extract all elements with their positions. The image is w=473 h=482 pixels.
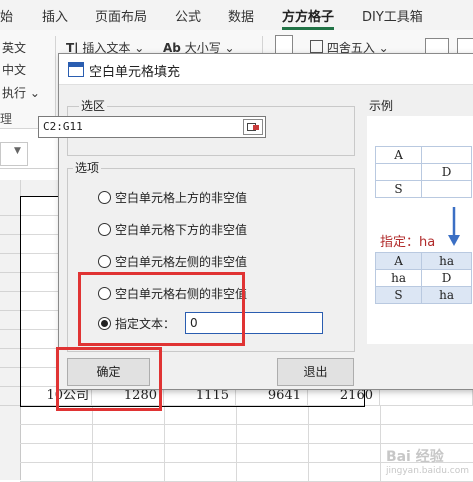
- example-cell: D: [421, 163, 472, 181]
- row-header[interactable]: [0, 272, 20, 292]
- select-all-corner[interactable]: [0, 180, 21, 196]
- empty-cell[interactable]: [20, 424, 93, 443]
- watermark-sub: jingyan.baidu.com: [385, 466, 469, 476]
- exit-button[interactable]: 退出: [277, 358, 354, 386]
- example-cell: ha: [374, 269, 423, 287]
- empty-cell[interactable]: [164, 443, 237, 462]
- radio-icon: [98, 191, 111, 204]
- range-input[interactable]: C2:G11: [38, 116, 266, 138]
- option-label: 空白单元格上方的非空值: [115, 191, 248, 205]
- empty-cell[interactable]: [380, 405, 473, 424]
- radio-icon: [98, 223, 111, 236]
- grid-icon: [310, 40, 323, 53]
- example-cell: [421, 180, 472, 198]
- option-label: 空白单元格下方的非空值: [115, 223, 248, 237]
- empty-cell[interactable]: [308, 443, 381, 462]
- empty-cell[interactable]: [20, 462, 93, 481]
- example-label: 示例: [367, 97, 396, 114]
- empty-cell[interactable]: [380, 424, 473, 443]
- empty-cell[interactable]: [164, 405, 237, 424]
- name-box-dropdown[interactable]: ▼: [0, 142, 28, 166]
- options-group-label: 选项: [73, 159, 102, 176]
- row-header[interactable]: [0, 196, 20, 216]
- example-cell: D: [421, 269, 472, 287]
- empty-cell[interactable]: [236, 443, 309, 462]
- chinese-button[interactable]: 中文: [2, 61, 26, 78]
- empty-cell[interactable]: [236, 405, 309, 424]
- example-cell: S: [374, 180, 423, 198]
- example-panel: A D S 指定：ha Aha ha D Sha: [367, 116, 473, 344]
- ribbon-separator: [55, 36, 56, 120]
- row-header[interactable]: [0, 310, 20, 330]
- row-header[interactable]: [0, 253, 20, 273]
- example-cell: A: [374, 146, 423, 164]
- row-header[interactable]: [0, 329, 20, 349]
- example-cell: ha: [421, 286, 472, 304]
- empty-cell[interactable]: [92, 443, 165, 462]
- execute-button[interactable]: 执行 ⌄: [2, 84, 40, 101]
- empty-cell[interactable]: [92, 424, 165, 443]
- ribbon-tab-bar: 始 插入 页面布局 公式 数据 方方格子 DIY工具箱: [0, 0, 473, 30]
- range-select-icon[interactable]: [243, 119, 263, 135]
- empty-cell[interactable]: [308, 462, 381, 481]
- example-after-table: Aha ha D Sha: [374, 252, 472, 304]
- example-before-table: A D S: [374, 146, 472, 198]
- annotation-highlight-ok: [56, 347, 162, 411]
- empty-cell[interactable]: [236, 462, 309, 481]
- watermark: Bai 经验 jingyan.baidu.com: [386, 446, 469, 476]
- dropdown-arrow-icon: ▼: [14, 146, 21, 156]
- tab-page-layout[interactable]: 页面布局: [95, 6, 147, 25]
- empty-row[interactable]: [20, 424, 473, 444]
- empty-cell[interactable]: [92, 462, 165, 481]
- empty-cell[interactable]: [20, 443, 93, 462]
- empty-cell[interactable]: [164, 462, 237, 481]
- dialog-titlebar[interactable]: 空白单元格填充: [59, 54, 473, 85]
- empty-cell[interactable]: [308, 405, 381, 424]
- example-cell: [421, 146, 472, 164]
- tab-fangfang-gezi[interactable]: 方方格子: [282, 6, 335, 30]
- row-header[interactable]: [0, 215, 20, 235]
- annotation-highlight-option: [78, 272, 245, 346]
- english-button[interactable]: 英文: [2, 39, 26, 56]
- row-header[interactable]: [0, 291, 20, 311]
- empty-cell[interactable]: [236, 424, 309, 443]
- example-cell: A: [374, 252, 423, 270]
- tab-diy-toolbox[interactable]: DIY工具箱: [362, 6, 423, 25]
- example-hint: 指定：ha: [380, 235, 436, 250]
- example-cell: S: [374, 286, 423, 304]
- dialog-app-icon: [68, 62, 84, 77]
- down-arrow-icon: [448, 207, 460, 246]
- empty-cell[interactable]: [164, 424, 237, 443]
- tab-data[interactable]: 数据: [228, 6, 254, 25]
- example-cell: [374, 163, 423, 181]
- radio-icon: [98, 255, 111, 268]
- tab-formulas[interactable]: 公式: [175, 6, 201, 25]
- example-cell: ha: [421, 252, 472, 270]
- range-input-value: C2:G11: [43, 120, 83, 133]
- option-label: 空白单元格左侧的非空值: [115, 255, 248, 269]
- row-header[interactable]: [0, 386, 20, 406]
- watermark-text: Bai 经验: [385, 449, 444, 465]
- ribbon-group-label: 理: [0, 112, 13, 126]
- row-header[interactable]: [0, 367, 20, 387]
- row-header[interactable]: [0, 234, 20, 254]
- tab-home[interactable]: 始: [0, 6, 13, 25]
- row-header-bar: [0, 196, 21, 480]
- dialog-title: 空白单元格填充: [89, 65, 181, 80]
- row-header[interactable]: [0, 348, 20, 368]
- tab-insert[interactable]: 插入: [42, 6, 68, 25]
- range-group-label: 选区: [79, 97, 108, 114]
- empty-cell[interactable]: [308, 424, 381, 443]
- chevron-down-icon: ⌄: [26, 86, 40, 100]
